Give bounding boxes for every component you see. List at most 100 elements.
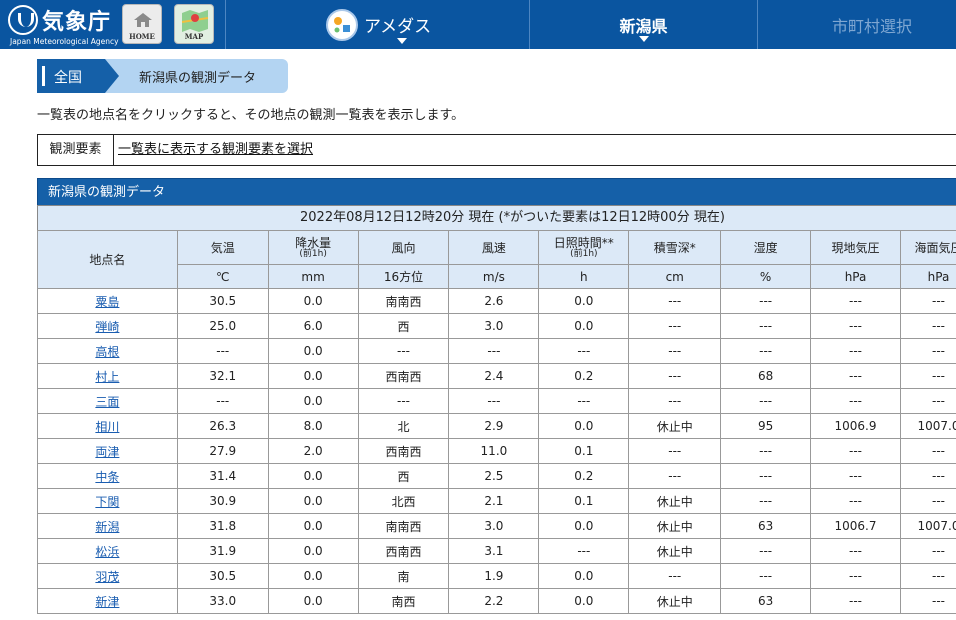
- column-header: 日照時間** (前1h): [538, 230, 630, 265]
- table-cell: ---: [899, 438, 956, 464]
- station-cell: 両津: [37, 438, 178, 464]
- map-button[interactable]: MAP: [174, 4, 214, 44]
- table-row: 弾崎 25.0 6.0 西 3.0 0.0 --- --- --- ---: [37, 313, 956, 339]
- table-cell: ---: [899, 288, 956, 314]
- table-cell: ---: [448, 388, 540, 414]
- station-cell: 粟島: [37, 288, 178, 314]
- table-cell: ---: [720, 288, 812, 314]
- amedas-menu[interactable]: アメダス: [226, 0, 529, 49]
- map-icon: [182, 10, 208, 32]
- table-header-row: 地点名 気温 降水量 (前1h) 風向 風速 日照時間** (前1h) 積雪深* 湿度 現地気圧海…: [37, 230, 956, 289]
- table-cell: ---: [628, 338, 722, 364]
- table-cell: ---: [720, 538, 812, 564]
- table-cell: ---: [720, 313, 812, 339]
- table-row: 三面 --- 0.0 --- --- --- --- --- --- ---: [37, 388, 956, 414]
- table-cell: 0.0: [267, 488, 359, 514]
- station-link[interactable]: 相川: [95, 420, 119, 434]
- column-unit: %: [720, 264, 812, 289]
- table-row: 下関 30.9 0.0 北西 2.1 0.1 休止中 --- --- ---: [37, 488, 956, 514]
- column-header-label: 降水量: [295, 236, 332, 250]
- station-link[interactable]: 新津: [95, 595, 119, 609]
- intro-text: 一覧表の地点名をクリックすると、その地点の観測一覧表を表示します。: [37, 108, 465, 123]
- station-link[interactable]: 両津: [95, 445, 119, 459]
- column-unit: cm: [628, 264, 722, 289]
- station-link[interactable]: 下関: [95, 495, 119, 509]
- table-cell: ---: [628, 363, 722, 389]
- table-cell: 0.0: [267, 588, 359, 614]
- table-cell: 2.9: [448, 413, 540, 439]
- table-cell: 95: [720, 413, 812, 439]
- table-cell: ---: [448, 338, 540, 364]
- table-cell: ---: [628, 388, 722, 414]
- table-cell: 南西: [357, 588, 450, 614]
- observation-table: 地点名 気温 降水量 (前1h) 風向 風速 日照時間** (前1h) 積雪深* 湿度 現地気圧海…: [37, 230, 956, 614]
- column-header: 現地気圧: [810, 230, 901, 265]
- table-cell: ---: [810, 338, 901, 364]
- element-selector-link[interactable]: 一覧表に表示する観測要素を選択: [118, 135, 313, 165]
- table-cell: ---: [899, 388, 956, 414]
- logo-subtitle: Japan Meteorological Agency: [10, 37, 119, 46]
- table-cell: 0.0: [267, 388, 359, 414]
- home-button[interactable]: HOME: [122, 4, 162, 44]
- column-unit: h: [538, 264, 630, 289]
- station-link[interactable]: 新潟: [95, 520, 119, 534]
- column-unit: mm: [267, 264, 359, 289]
- table-cell: ---: [720, 338, 812, 364]
- prefecture-menu[interactable]: 新潟県: [530, 0, 757, 49]
- table-row: 中条 31.4 0.0 西 2.5 0.2 --- --- --- ---: [37, 463, 956, 489]
- station-link[interactable]: 粟島: [95, 295, 119, 309]
- column-header-label: 積雪深*: [653, 240, 696, 255]
- station-link[interactable]: 三面: [95, 395, 119, 409]
- table-cell: 0.2: [538, 463, 630, 489]
- table-row: 両津 27.9 2.0 西南西 11.0 0.1 --- --- --- ---: [37, 438, 956, 464]
- table-cell: 0.0: [538, 563, 630, 589]
- table-cell: 0.1: [538, 488, 630, 514]
- table-cell: ---: [628, 288, 722, 314]
- table-cell: ---: [810, 388, 901, 414]
- table-cell: 0.2: [538, 363, 630, 389]
- station-cell: 羽茂: [37, 563, 178, 589]
- prefecture-label: 新潟県: [619, 17, 668, 36]
- table-subtitle-text: 2022年08月12日12時20分 現在 (*がついた要素は12日12時00分 …: [300, 210, 725, 225]
- municipality-menu[interactable]: 市町村選択: [758, 0, 956, 49]
- table-cell: ---: [720, 388, 812, 414]
- table-row: 新津 33.0 0.0 南西 2.2 0.0 休止中 63 --- ---: [37, 588, 956, 614]
- station-link[interactable]: 中条: [95, 470, 119, 484]
- station-link[interactable]: 羽茂: [95, 570, 119, 584]
- station-cell: 三面: [37, 388, 178, 414]
- element-selector-bar: 観測要素 一覧表に表示する観測要素を選択: [37, 134, 956, 166]
- home-icon: [134, 13, 152, 27]
- table-cell: 0.0: [538, 313, 630, 339]
- breadcrumb-root[interactable]: 全国: [37, 59, 119, 93]
- column-header: 海面気圧: [899, 230, 956, 265]
- column-unit: ℃: [176, 264, 269, 289]
- station-link[interactable]: 高根: [95, 345, 119, 359]
- column-header-label: 現地気圧: [831, 240, 880, 255]
- table-cell: ---: [810, 363, 901, 389]
- station-link[interactable]: 村上: [95, 370, 119, 384]
- table-cell: 2.0: [267, 438, 359, 464]
- table-row: 相川 26.3 8.0 北 2.9 0.0 休止中 95 1006.9 1007.0: [37, 413, 956, 439]
- table-cell: 0.0: [267, 513, 359, 539]
- column-header-label: 海面気圧: [914, 240, 956, 255]
- table-cell: ---: [810, 563, 901, 589]
- table-cell: ---: [628, 313, 722, 339]
- station-link[interactable]: 弾崎: [95, 320, 119, 334]
- table-cell: ---: [810, 538, 901, 564]
- table-cell: 南南西: [357, 513, 450, 539]
- table-cell: ---: [720, 488, 812, 514]
- table-cell: 0.0: [538, 413, 630, 439]
- logo-title: 気象庁: [42, 10, 112, 35]
- breadcrumb-marker: [42, 66, 45, 86]
- table-cell: 27.9: [176, 438, 269, 464]
- table-cell: 26.3: [176, 413, 269, 439]
- table-cell: 北西: [357, 488, 450, 514]
- column-unit: m/s: [448, 264, 540, 289]
- table-cell: 0.0: [538, 288, 630, 314]
- station-link[interactable]: 松浜: [95, 545, 119, 559]
- column-header-sub: (前1h): [299, 249, 327, 259]
- jma-logo[interactable]: 気象庁 Japan Meteorological Agency: [8, 4, 119, 46]
- table-cell: ---: [357, 338, 450, 364]
- table-cell: 30.9: [176, 488, 269, 514]
- table-cell: ---: [810, 313, 901, 339]
